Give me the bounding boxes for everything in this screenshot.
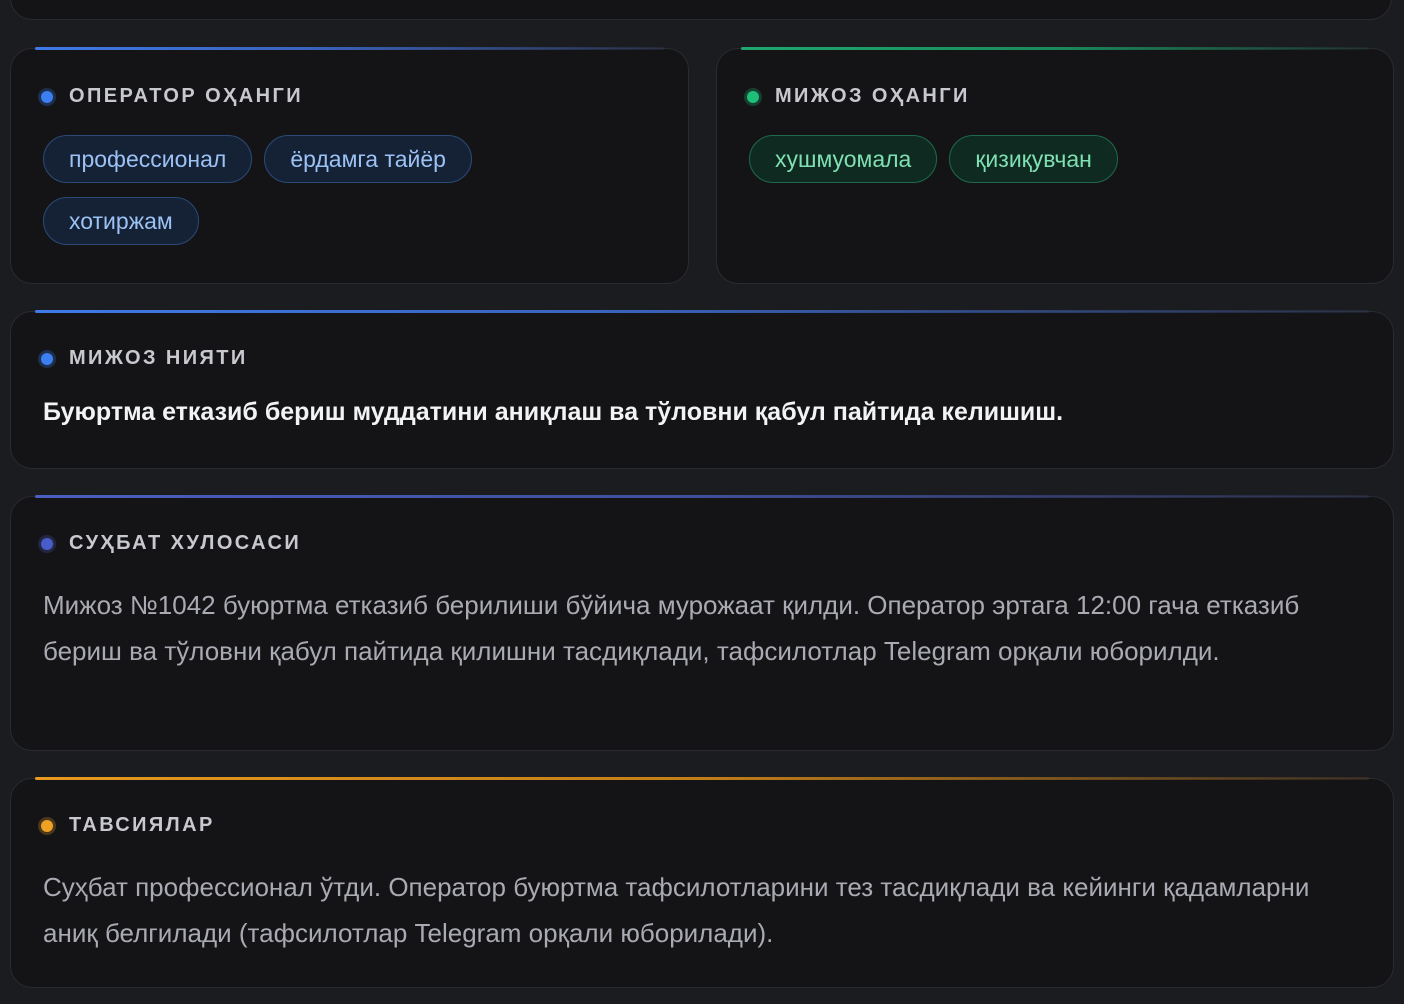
client-intent-text: Буюртма етказиб бериш муддатини аниқлаш …: [43, 398, 1064, 426]
client-tone-dot-icon: [747, 90, 759, 103]
client-tone-accent-bar: [741, 47, 1369, 50]
summary-dot-icon: [41, 537, 53, 550]
recommendations-accent-bar: [35, 777, 1369, 780]
operator-tone-header: ОПЕРАТОР ОҲАНГИ: [41, 85, 303, 108]
summary-text: Мижоз №1042 буюртма етказиб берилиши бўй…: [43, 590, 1300, 666]
recommendations-header: ТАВСИЯЛАР: [41, 814, 215, 837]
client-intent-dot-icon: [41, 352, 53, 365]
operator-tone-dot-icon: [41, 90, 53, 103]
client-intent-title: МИЖОЗ НИЯТИ: [69, 347, 248, 369]
client-intent-accent-bar: [35, 310, 1369, 313]
client-tone-card: МИЖОЗ ОҲАНГИ хушмуомала қизиқувчан: [716, 47, 1394, 284]
operator-tone-title: ОПЕРАТОР ОҲАНГИ: [69, 85, 303, 107]
client-tone-tag: қизиқувчан: [949, 135, 1118, 183]
operator-tone-tags: профессионал ёрдамга тайёр хотиржам: [43, 135, 528, 245]
recommendations-card: ТАВСИЯЛАР Суҳбат профессионал ўтди. Опер…: [10, 777, 1394, 988]
summary-title: СУҲБАТ ХУЛОСАСИ: [69, 532, 302, 554]
operator-tone-card: ОПЕРАТОР ОҲАНГИ профессионал ёрдамга тай…: [10, 47, 689, 284]
recommendations-text: Суҳбат профессионал ўтди. Оператор буюрт…: [43, 872, 1310, 948]
analysis-page: ОПЕРАТОР ОҲАНГИ профессионал ёрдамга тай…: [0, 0, 1404, 1004]
client-intent-header: МИЖОЗ НИЯТИ: [41, 347, 248, 370]
client-tone-title: МИЖОЗ ОҲАНГИ: [775, 85, 970, 107]
client-intent-card: МИЖОЗ НИЯТИ Буюртма етказиб бериш муддат…: [10, 310, 1394, 469]
recommendations-dot-icon: [41, 819, 53, 832]
operator-tone-tag: профессионал: [43, 135, 253, 183]
client-tone-tag: хушмуомала: [749, 135, 938, 183]
client-tone-tags: хушмуомала қизиқувчан: [749, 135, 1373, 183]
summary-accent-bar: [35, 495, 1369, 498]
previous-card-edge: [10, 0, 1392, 20]
summary-header: СУҲБАТ ХУЛОСАСИ: [41, 532, 301, 555]
operator-tone-accent-bar: [35, 47, 664, 50]
operator-tone-tag: ёрдамга тайёр: [264, 135, 472, 183]
summary-card: СУҲБАТ ХУЛОСАСИ Мижоз №1042 буюртма етка…: [10, 495, 1394, 751]
client-tone-header: МИЖОЗ ОҲАНГИ: [747, 85, 970, 108]
operator-tone-tag: хотиржам: [43, 197, 199, 245]
recommendations-title: ТАВСИЯЛАР: [69, 814, 215, 836]
